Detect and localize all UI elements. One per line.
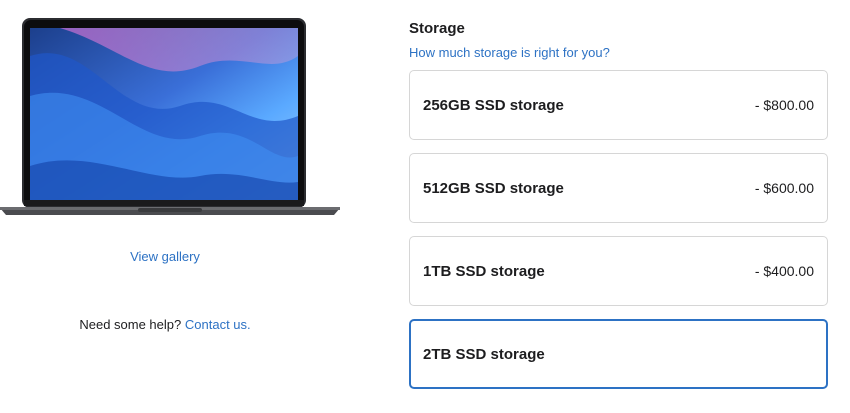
storage-option-1tb[interactable]: 1TB SSD storage - $400.00 — [409, 236, 828, 306]
option-label: 2TB SSD storage — [423, 345, 545, 363]
option-label: 512GB SSD storage — [423, 179, 564, 197]
configurator-page: View gallery Need some help? Contact us.… — [0, 0, 850, 413]
option-price: - $400.00 — [754, 263, 814, 279]
option-price: - $800.00 — [754, 97, 814, 113]
storage-help-link[interactable]: How much storage is right for you? — [409, 45, 610, 60]
help-text: Need some help? Contact us. — [0, 317, 330, 332]
storage-option-512gb[interactable]: 512GB SSD storage - $600.00 — [409, 153, 828, 223]
storage-section-title: Storage — [409, 20, 465, 37]
macbook-air-image — [0, 18, 340, 215]
storage-options: 256GB SSD storage - $800.00 512GB SSD st… — [409, 70, 828, 402]
help-prompt: Need some help? — [79, 317, 182, 332]
option-label: 1TB SSD storage — [423, 262, 545, 280]
view-gallery-link[interactable]: View gallery — [0, 249, 330, 264]
option-price: - $600.00 — [754, 180, 814, 196]
storage-option-2tb[interactable]: 2TB SSD storage — [409, 319, 828, 389]
storage-option-256gb[interactable]: 256GB SSD storage - $800.00 — [409, 70, 828, 140]
option-label: 256GB SSD storage — [423, 96, 564, 114]
contact-us-link[interactable]: Contact us. — [185, 317, 251, 332]
